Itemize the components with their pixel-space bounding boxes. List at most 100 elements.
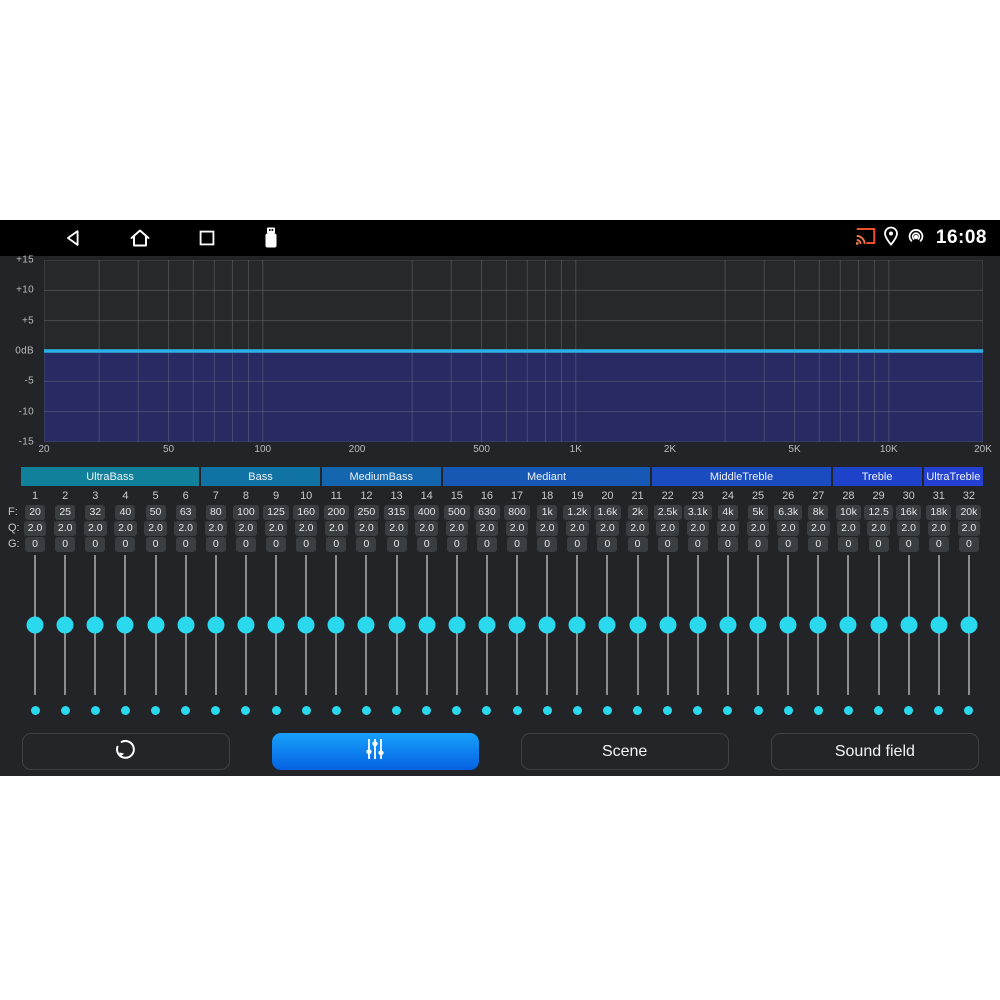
slider-handle[interactable] (539, 617, 556, 634)
band-segment-bass[interactable]: Bass (201, 467, 320, 486)
gain-slider-8[interactable] (231, 555, 261, 695)
slider-track[interactable] (938, 555, 940, 695)
gain-value-8[interactable]: 0 (236, 537, 256, 552)
gain-value-20[interactable]: 0 (597, 537, 617, 552)
band-segment-middletreble[interactable]: MiddleTreble (652, 467, 830, 486)
q-value-17[interactable]: 2.0 (506, 521, 529, 536)
slider-track[interactable] (396, 555, 398, 695)
slider-track[interactable] (516, 555, 518, 695)
slider-handle[interactable] (629, 617, 646, 634)
q-value-16[interactable]: 2.0 (476, 521, 499, 536)
frequency-value-31[interactable]: 18k (926, 505, 951, 520)
gain-slider-28[interactable] (833, 555, 863, 695)
home-icon[interactable] (128, 226, 152, 250)
slider-track[interactable] (546, 555, 548, 695)
q-value-2[interactable]: 2.0 (54, 521, 77, 536)
frequency-value-21[interactable]: 2k (628, 505, 648, 520)
q-value-30[interactable]: 2.0 (897, 521, 920, 536)
slider-track[interactable] (34, 555, 36, 695)
q-value-9[interactable]: 2.0 (265, 521, 288, 536)
frequency-value-1[interactable]: 20 (25, 505, 45, 520)
slider-handle[interactable] (87, 617, 104, 634)
gain-slider-7[interactable] (201, 555, 231, 695)
slider-handle[interactable] (509, 617, 526, 634)
slider-handle[interactable] (900, 617, 917, 634)
gain-slider-32[interactable] (954, 555, 984, 695)
back-icon[interactable] (62, 227, 84, 249)
slider-handle[interactable] (780, 617, 797, 634)
gain-slider-12[interactable] (351, 555, 381, 695)
slider-handle[interactable] (930, 617, 947, 634)
slider-handle[interactable] (478, 617, 495, 634)
frequency-value-9[interactable]: 125 (263, 505, 289, 520)
gain-value-21[interactable]: 0 (628, 537, 648, 552)
q-value-11[interactable]: 2.0 (325, 521, 348, 536)
slider-handle[interactable] (569, 617, 586, 634)
slider-handle[interactable] (177, 617, 194, 634)
gain-value-23[interactable]: 0 (688, 537, 708, 552)
slider-track[interactable] (576, 555, 578, 695)
gain-value-16[interactable]: 0 (477, 537, 497, 552)
slider-handle[interactable] (57, 617, 74, 634)
gain-value-15[interactable]: 0 (447, 537, 467, 552)
gain-slider-30[interactable] (894, 555, 924, 695)
q-value-23[interactable]: 2.0 (687, 521, 710, 536)
gain-value-32[interactable]: 0 (959, 537, 979, 552)
frequency-value-5[interactable]: 50 (146, 505, 166, 520)
gain-slider-29[interactable] (864, 555, 894, 695)
slider-handle[interactable] (719, 617, 736, 634)
gain-slider-24[interactable] (713, 555, 743, 695)
frequency-value-2[interactable]: 25 (55, 505, 75, 520)
gain-slider-2[interactable] (50, 555, 80, 695)
gain-value-14[interactable]: 0 (417, 537, 437, 552)
band-segment-mediant[interactable]: Mediant (443, 467, 651, 486)
frequency-value-3[interactable]: 32 (85, 505, 105, 520)
slider-track[interactable] (335, 555, 337, 695)
gain-value-19[interactable]: 0 (567, 537, 587, 552)
gain-value-17[interactable]: 0 (507, 537, 527, 552)
gain-slider-3[interactable] (80, 555, 110, 695)
slider-track[interactable] (757, 555, 759, 695)
slider-track[interactable] (878, 555, 880, 695)
slider-track[interactable] (908, 555, 910, 695)
gain-value-2[interactable]: 0 (55, 537, 75, 552)
slider-track[interactable] (667, 555, 669, 695)
gain-slider-26[interactable] (773, 555, 803, 695)
gain-value-10[interactable]: 0 (296, 537, 316, 552)
slider-handle[interactable] (298, 617, 315, 634)
slider-handle[interactable] (117, 617, 134, 634)
gain-slider-1[interactable] (20, 555, 50, 695)
slider-handle[interactable] (810, 617, 827, 634)
band-segment-mediumbass[interactable]: MediumBass (322, 467, 441, 486)
frequency-value-19[interactable]: 1.2k (563, 505, 591, 520)
gain-value-7[interactable]: 0 (206, 537, 226, 552)
slider-handle[interactable] (659, 617, 676, 634)
slider-track[interactable] (968, 555, 970, 695)
slider-track[interactable] (426, 555, 428, 695)
plot-area[interactable] (44, 260, 983, 442)
gain-value-3[interactable]: 0 (85, 537, 105, 552)
frequency-value-30[interactable]: 16k (896, 505, 921, 520)
gain-value-31[interactable]: 0 (929, 537, 949, 552)
q-value-4[interactable]: 2.0 (114, 521, 137, 536)
slider-track[interactable] (606, 555, 608, 695)
gain-value-28[interactable]: 0 (838, 537, 858, 552)
slider-track[interactable] (94, 555, 96, 695)
band-segment-ultrabass[interactable]: UltraBass (21, 467, 199, 486)
band-segment-ultratreble[interactable]: UltraTreble (924, 467, 983, 486)
frequency-value-20[interactable]: 1.6k (594, 505, 622, 520)
slider-track[interactable] (456, 555, 458, 695)
gain-slider-6[interactable] (171, 555, 201, 695)
gain-slider-19[interactable] (562, 555, 592, 695)
slider-handle[interactable] (840, 617, 857, 634)
q-value-32[interactable]: 2.0 (958, 521, 981, 536)
gain-slider-23[interactable] (683, 555, 713, 695)
frequency-value-18[interactable]: 1k (537, 505, 557, 520)
gain-value-5[interactable]: 0 (146, 537, 166, 552)
q-value-20[interactable]: 2.0 (596, 521, 619, 536)
q-value-12[interactable]: 2.0 (355, 521, 378, 536)
frequency-value-7[interactable]: 80 (206, 505, 226, 520)
frequency-value-16[interactable]: 630 (474, 505, 500, 520)
gain-value-26[interactable]: 0 (778, 537, 798, 552)
frequency-value-29[interactable]: 12.5 (864, 505, 892, 520)
